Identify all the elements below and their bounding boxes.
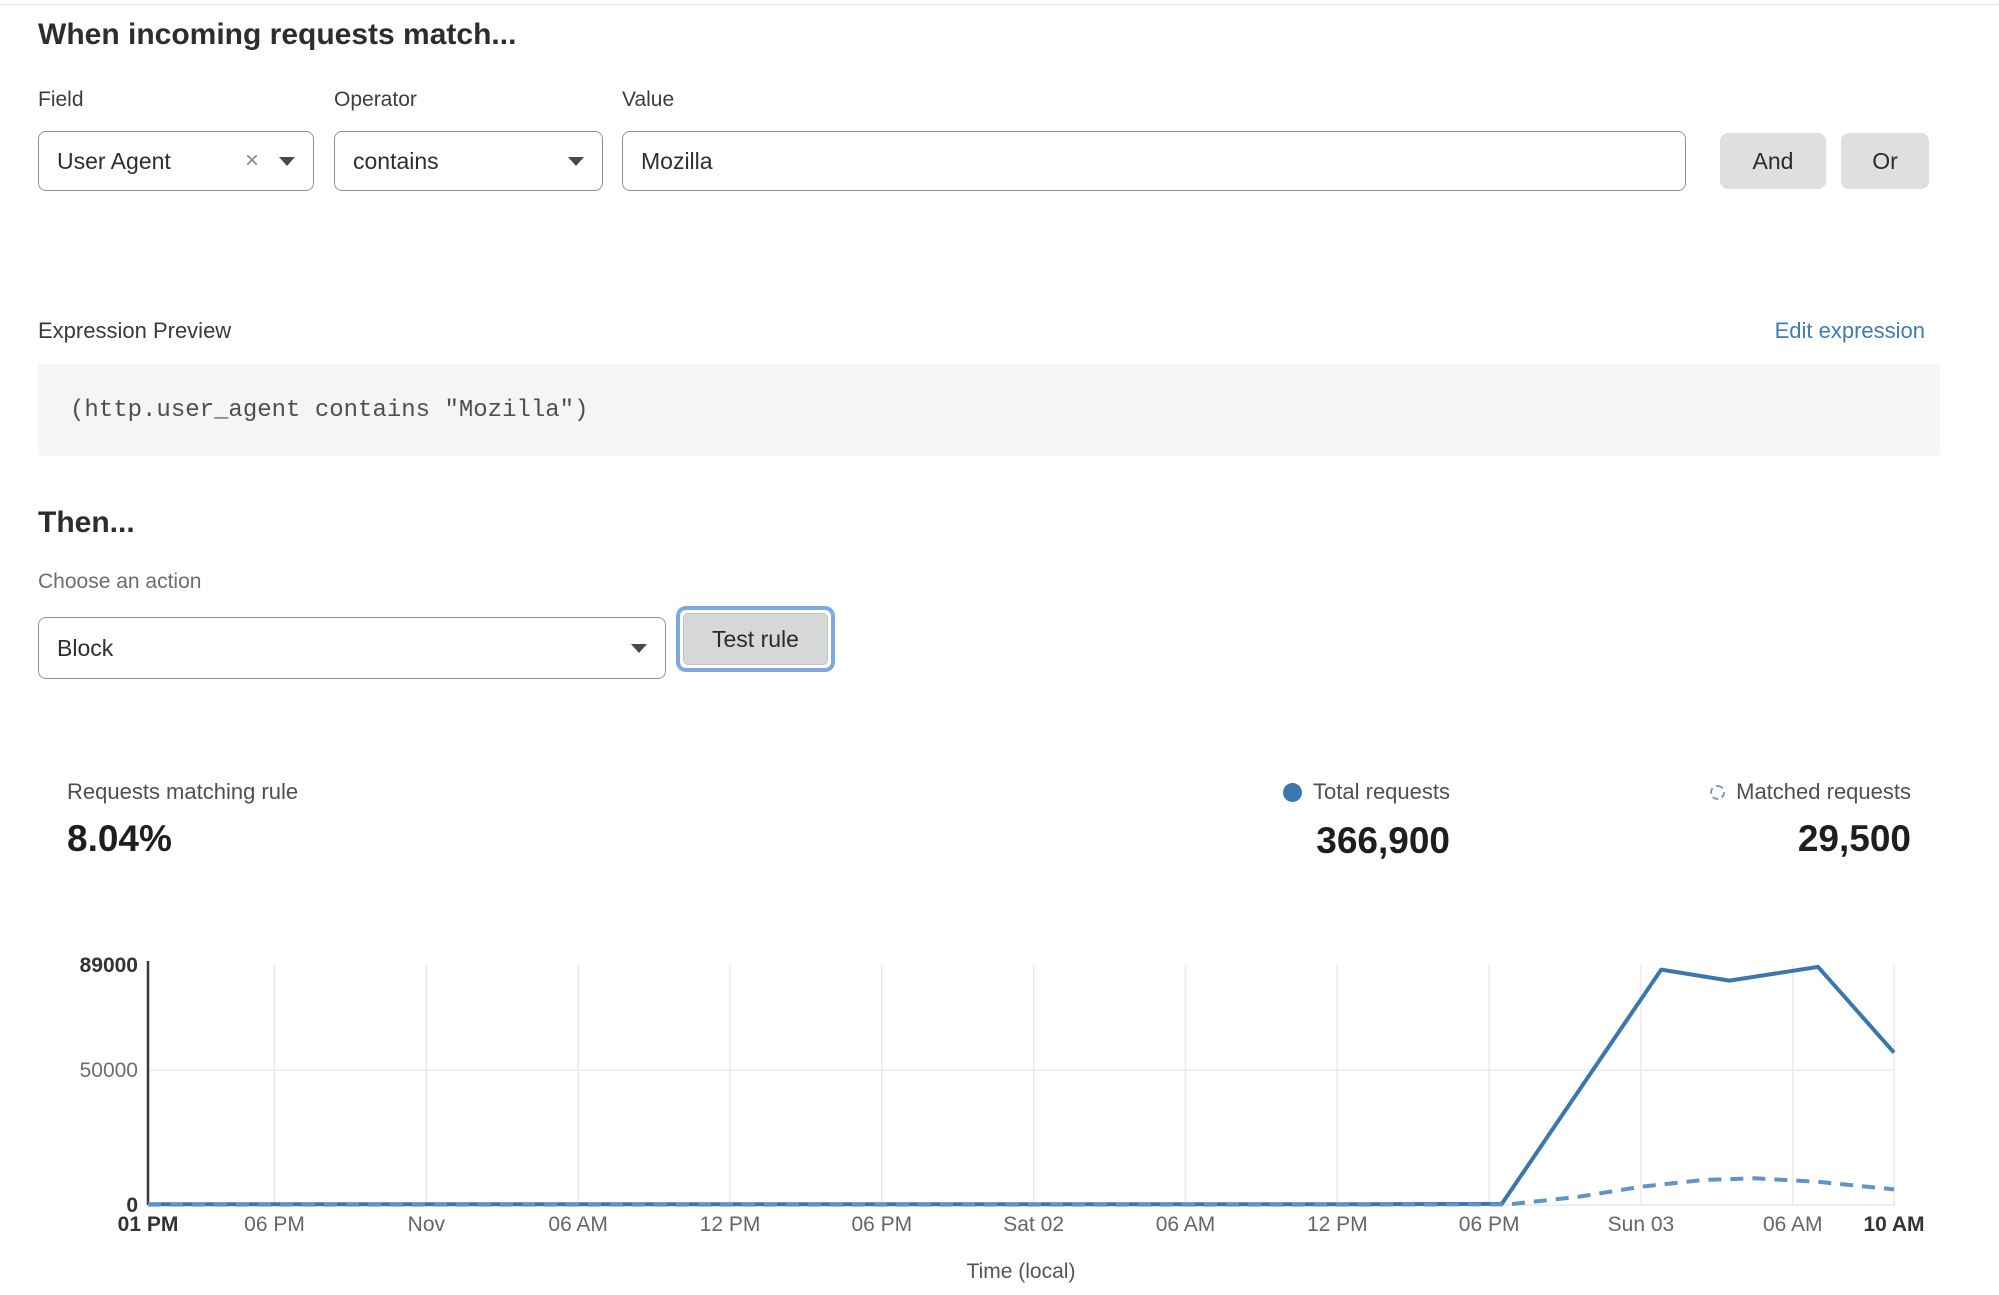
stat-matching-rule: Requests matching rule 8.04% bbox=[67, 779, 298, 860]
value-label: Value bbox=[622, 88, 674, 112]
clear-icon[interactable]: × bbox=[245, 149, 259, 173]
stat-matched-label: Matched requests bbox=[1736, 779, 1911, 805]
solid-circle-icon bbox=[1283, 783, 1302, 802]
expression-code: (http.user_agent contains "Mozilla") bbox=[70, 397, 588, 424]
and-button[interactable]: And bbox=[1720, 133, 1826, 189]
chevron-down-icon bbox=[631, 644, 647, 653]
svg-text:Nov: Nov bbox=[408, 1213, 446, 1236]
field-label: Field bbox=[38, 88, 84, 112]
svg-text:06 PM: 06 PM bbox=[1459, 1213, 1520, 1236]
svg-text:06 AM: 06 AM bbox=[1156, 1213, 1216, 1236]
svg-text:12 PM: 12 PM bbox=[700, 1213, 761, 1236]
svg-text:10 AM: 10 AM bbox=[1863, 1213, 1924, 1236]
stat-matched-requests: Matched requests 29,500 bbox=[1611, 779, 1911, 860]
top-divider bbox=[0, 4, 1999, 5]
chevron-down-icon bbox=[568, 157, 584, 166]
dashed-circle-icon bbox=[1710, 785, 1725, 800]
field-select[interactable]: User Agent × bbox=[38, 131, 314, 191]
stat-total-label: Total requests bbox=[1313, 779, 1450, 805]
stat-matching-value: 8.04% bbox=[67, 818, 298, 860]
test-rule-button[interactable]: Test rule bbox=[683, 613, 828, 665]
svg-text:Time (local): Time (local) bbox=[967, 1260, 1076, 1283]
action-select[interactable]: Block bbox=[38, 617, 666, 679]
svg-text:06 PM: 06 PM bbox=[851, 1213, 912, 1236]
then-title: Then... bbox=[38, 506, 135, 540]
operator-label: Operator bbox=[334, 88, 417, 112]
svg-text:89000: 89000 bbox=[80, 954, 138, 977]
svg-text:06 AM: 06 AM bbox=[548, 1213, 608, 1236]
svg-text:Sat 02: Sat 02 bbox=[1003, 1213, 1064, 1236]
value-input[interactable] bbox=[622, 131, 1686, 191]
stat-matched-value: 29,500 bbox=[1611, 818, 1911, 860]
stat-total-value: 366,900 bbox=[1150, 820, 1450, 862]
operator-select[interactable]: contains bbox=[334, 131, 603, 191]
svg-text:Sun 03: Sun 03 bbox=[1608, 1213, 1675, 1236]
field-select-value: User Agent bbox=[57, 148, 171, 175]
svg-text:12 PM: 12 PM bbox=[1307, 1213, 1368, 1236]
test-rule-focus-ring: Test rule bbox=[676, 606, 835, 672]
chevron-down-icon bbox=[279, 157, 295, 166]
svg-text:50000: 50000 bbox=[80, 1059, 138, 1082]
expression-preview-box: (http.user_agent contains "Mozilla") bbox=[38, 364, 1940, 456]
edit-expression-link[interactable]: Edit expression bbox=[1775, 318, 1925, 344]
page-title: When incoming requests match... bbox=[38, 18, 516, 52]
svg-text:01 PM: 01 PM bbox=[118, 1213, 179, 1236]
requests-line-chart: 0500008900001 PM06 PMNov06 AM12 PM06 PMS… bbox=[0, 940, 1999, 1295]
action-select-value: Block bbox=[57, 635, 113, 662]
svg-text:06 PM: 06 PM bbox=[244, 1213, 305, 1236]
stat-total-requests: Total requests 366,900 bbox=[1150, 779, 1450, 862]
svg-text:06 AM: 06 AM bbox=[1763, 1213, 1823, 1236]
choose-action-label: Choose an action bbox=[38, 570, 201, 594]
expression-preview-label: Expression Preview bbox=[38, 318, 231, 344]
or-button[interactable]: Or bbox=[1841, 133, 1929, 189]
operator-select-value: contains bbox=[353, 148, 439, 175]
stat-matching-label: Requests matching rule bbox=[67, 779, 298, 805]
